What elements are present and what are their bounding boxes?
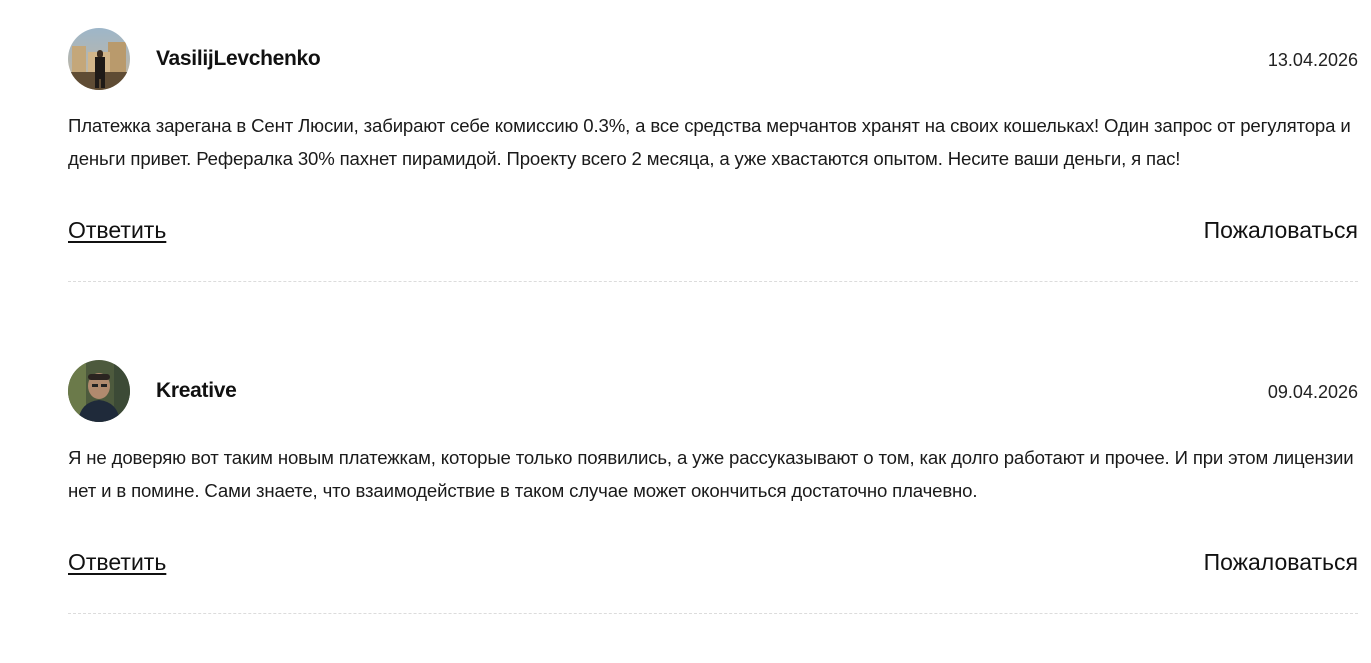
comment-header: VasilijLevchenko 13.04.2026 [68,28,1358,90]
comment-actions: Ответить Пожаловаться [68,211,1358,251]
avatar [68,360,130,422]
comment-divider [68,613,1358,614]
comment-author: Kreative [156,379,237,402]
avatar [68,28,130,90]
report-link[interactable]: Пожаловаться [1204,215,1358,245]
comment-text: Платежка зарегана в Сент Люсии, забирают… [68,115,1351,169]
comment-author: VasilijLevchenko [156,47,321,70]
comment-header: Kreative 09.04.2026 [68,360,1358,422]
report-link[interactable]: Пожаловаться [1204,547,1358,577]
comment-item: Kreative 09.04.2026 Я не доверяю вот так… [68,360,1358,622]
comment-date: 09.04.2026 [1267,382,1358,402]
comment-date: 13.04.2026 [1267,50,1358,70]
comments-list: VasilijLevchenko 13.04.2026 Платежка зар… [0,0,1371,663]
reply-link[interactable]: Ответить [68,547,166,577]
reply-link[interactable]: Ответить [68,215,166,245]
comment-actions: Ответить Пожаловаться [68,543,1358,583]
comment-divider [68,281,1358,282]
comment-text: Я не доверяю вот таким новым платежкам, … [68,447,1354,501]
comment-item: VasilijLevchenko 13.04.2026 Платежка зар… [68,28,1358,290]
